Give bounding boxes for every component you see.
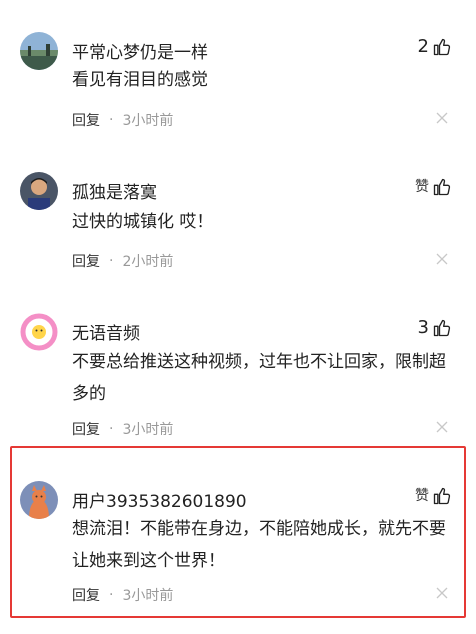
thumbs-up-icon bbox=[432, 318, 452, 338]
reply-button[interactable]: 回复 bbox=[72, 251, 100, 271]
comment-meta: 回复 · 3小时前 bbox=[72, 419, 173, 439]
like-label: 赞 bbox=[415, 179, 429, 195]
close-icon[interactable] bbox=[436, 587, 448, 599]
separator-dot: · bbox=[109, 112, 114, 128]
close-icon[interactable] bbox=[436, 421, 448, 433]
separator-dot: · bbox=[109, 421, 114, 437]
comment-meta: 回复 · 2小时前 bbox=[72, 251, 173, 271]
separator-dot: · bbox=[109, 253, 114, 269]
comment-text: 想流泪！不能带在身边，不能陪她成长，就先不要让她来到这个世界！ bbox=[72, 519, 446, 571]
like-count: 3 bbox=[417, 317, 429, 338]
like-button[interactable]: 赞 bbox=[415, 485, 452, 507]
comment-meta: 回复 · 3小时前 bbox=[72, 585, 173, 605]
comment-text: 不要总给推送这种视频，过年也不让回家，限制超多的 bbox=[72, 352, 446, 404]
close-icon[interactable] bbox=[436, 253, 448, 265]
comment-text: 看见有泪目的感觉 bbox=[72, 70, 208, 90]
username[interactable]: 平常心梦仍是一样 bbox=[72, 38, 208, 63]
like-count: 2 bbox=[417, 36, 429, 57]
comment-text: 过快的城镇化 哎！ bbox=[72, 212, 214, 232]
avatar[interactable] bbox=[20, 313, 58, 351]
separator-dot: · bbox=[109, 587, 114, 603]
avatar[interactable] bbox=[20, 481, 58, 519]
timestamp: 3小时前 bbox=[122, 588, 174, 604]
like-button[interactable]: 赞 bbox=[415, 176, 452, 198]
avatar[interactable] bbox=[20, 172, 58, 210]
comment-meta: 回复 · 3小时前 bbox=[72, 110, 173, 130]
timestamp: 2小时前 bbox=[122, 254, 174, 270]
close-icon[interactable] bbox=[436, 112, 448, 124]
username[interactable]: 用户3935382601890 bbox=[72, 487, 247, 512]
thumbs-up-icon bbox=[432, 486, 452, 506]
thumbs-up-icon bbox=[432, 177, 452, 197]
username[interactable]: 孤独是落寞 bbox=[72, 178, 157, 203]
like-button[interactable]: 2 bbox=[418, 36, 452, 58]
reply-button[interactable]: 回复 bbox=[72, 585, 100, 605]
reply-button[interactable]: 回复 bbox=[72, 110, 100, 130]
thumbs-up-icon bbox=[432, 37, 452, 57]
avatar[interactable] bbox=[20, 32, 58, 70]
timestamp: 3小时前 bbox=[122, 113, 174, 129]
like-label: 赞 bbox=[415, 488, 429, 504]
like-button[interactable]: 3 bbox=[418, 317, 452, 339]
reply-button[interactable]: 回复 bbox=[72, 419, 100, 439]
username[interactable]: 无语音频 bbox=[72, 319, 140, 344]
timestamp: 3小时前 bbox=[122, 422, 174, 438]
